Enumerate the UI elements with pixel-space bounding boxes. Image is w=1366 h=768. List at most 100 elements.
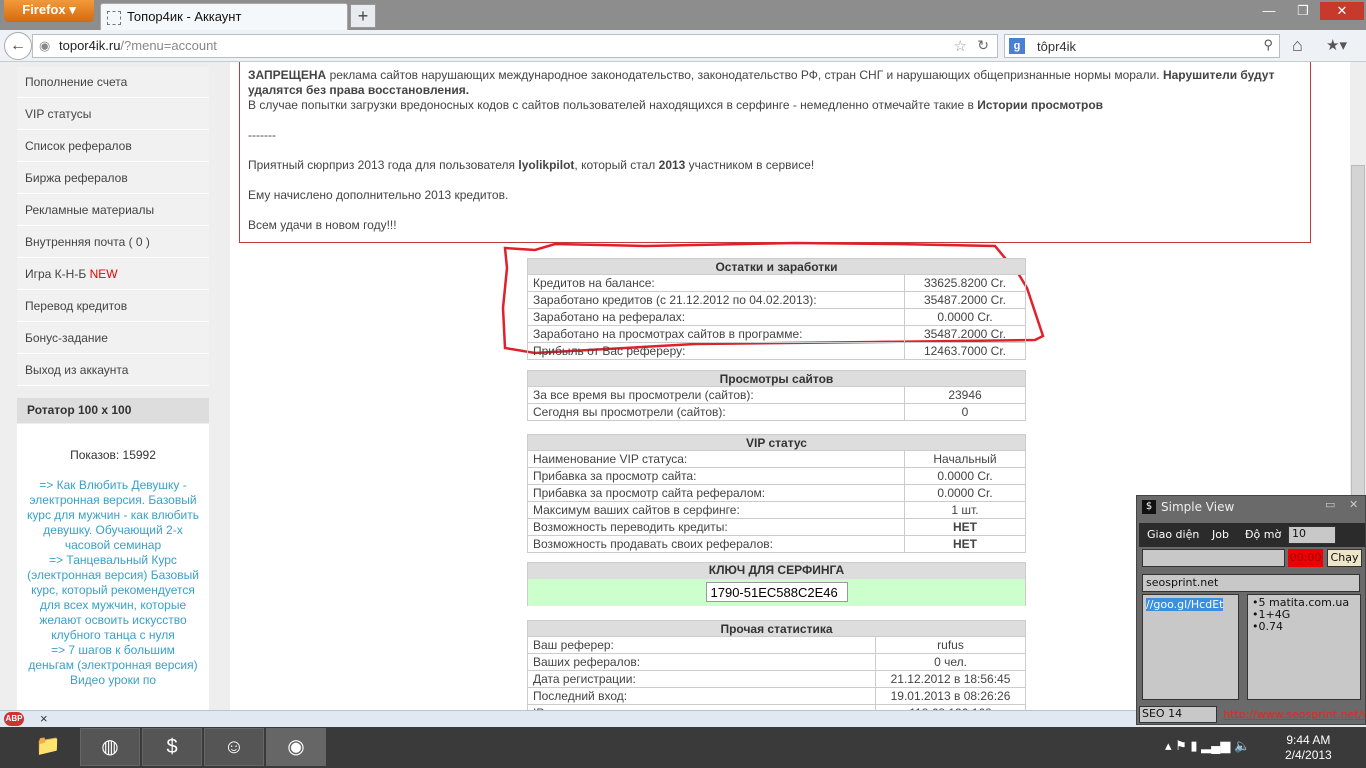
right-list[interactable]: •5 matita.com.ua •1+4G •0.74 [1247, 594, 1361, 700]
rotator-title: Ротатор 100 x 100 [17, 398, 209, 423]
tray-icons[interactable]: ▴ ⚑ ▮ ▂▄▆ 🔈 [1165, 738, 1250, 754]
opacity-select[interactable]: 10 [1288, 526, 1336, 544]
table-title: Остатки и заработки [527, 258, 1026, 275]
table-row: Возможность переводить кредиты: НЕТ [527, 518, 1026, 536]
simple-view-title: Simple View [1161, 500, 1235, 514]
url-path: /?menu=account [120, 38, 217, 53]
simple-view-window: $ Simple View ▭ ✕ Giao diện Job Độ mờ 10… [1136, 495, 1366, 725]
close-window-icon[interactable]: ✕ [1320, 2, 1364, 20]
notice-greeting: Всем удачи в новом году!!! [248, 218, 397, 232]
table-row: Прибавка за просмотр сайта: 0.0000 Cr. [527, 467, 1026, 485]
new-badge: NEW [89, 267, 118, 281]
row-label: Наименование VIP статуса: [527, 450, 905, 468]
table-title: VIP статус [527, 434, 1026, 451]
row-label: Прибавка за просмотр сайта рефералом: [527, 484, 905, 502]
search-value: tôpr4ik [1037, 39, 1077, 54]
notice-surprise: Приятный сюрприз 2013 года для пользоват… [248, 158, 815, 172]
menu-do-mo[interactable]: Độ mờ [1245, 528, 1281, 541]
row-label: Последний вход: [527, 687, 876, 705]
rotator-link[interactable]: => Танцевальный Курс (электронная версия… [27, 553, 199, 643]
chrome-icon[interactable]: ◍ [80, 728, 140, 766]
sidebar-item[interactable]: Рекламные материалы [17, 195, 209, 226]
sidebar-item-label: Рекламные материалы [25, 203, 155, 217]
firefox-icon[interactable]: ◉ [266, 728, 326, 766]
navigation-bar: ← ◉ topor4ik.ru/?menu=account ☆ ↻ g tôpr4i… [0, 30, 1366, 62]
rotator-body: Показов: 15992 => Как Влюбить Девушку - … [17, 424, 209, 710]
table-row: Последний вход: 19.01.2013 в 08:26:26 [527, 687, 1026, 705]
row-value: 0.0000 Cr. [904, 308, 1026, 326]
notice-separator: ------- [248, 128, 276, 142]
sidebar-item[interactable]: Пополнение счета [17, 67, 209, 98]
sidebar-item[interactable]: Биржа рефералов [17, 163, 209, 194]
new-tab-button[interactable]: + [350, 4, 376, 28]
row-label: Прибавка за просмотр сайта: [527, 467, 905, 485]
clock[interactable]: 9:44 AM 2/4/2013 [1285, 733, 1332, 763]
taskbar: 📁 ◍ $ ☺ ◉ ▴ ⚑ ▮ ▂▄▆ 🔈 9:44 AM 2/4/2013 [0, 727, 1366, 768]
rotator-link[interactable]: => Как Влюбить Девушку - электронная вер… [27, 478, 199, 553]
restore-icon[interactable]: ❐ [1290, 2, 1316, 20]
table-row: Прибыль от Вас рефереру: 12463.7000 Cr. [527, 342, 1026, 360]
file-explorer-icon[interactable]: 📁 [18, 728, 78, 766]
dollar-app-icon[interactable]: $ [142, 728, 202, 766]
table-row: Максимум ваших сайтов в серфинге: 1 шт. [527, 501, 1026, 519]
minimize-icon[interactable]: ▭ [1325, 498, 1335, 511]
seo-select[interactable]: SEO 14 [1139, 706, 1217, 723]
sidebar-item-label: Внутренняя почта ( 0 ) [25, 235, 150, 249]
search-input[interactable]: g tôpr4ik ⚲ [1004, 34, 1280, 58]
table-row: Возможность продавать своих рефералов: НЕ… [527, 535, 1026, 553]
firefox-menu-label: Firefox [22, 2, 66, 17]
menu-job[interactable]: Job [1212, 528, 1229, 541]
sidebar-item[interactable]: Игра К-Н-Б NEW [17, 259, 209, 290]
table-title: Прочая статистика [527, 620, 1026, 637]
row-value: 0.0000 Cr. [904, 467, 1026, 485]
minimize-icon[interactable]: — [1256, 2, 1282, 20]
adblock-icon[interactable]: ABP [4, 712, 24, 726]
sidebar-item-label: Бонус-задание [25, 331, 108, 345]
table-row: За все время вы просмотрели (сайтов): 239… [527, 386, 1026, 404]
row-value: 23946 [904, 386, 1026, 404]
bookmark-star-icon[interactable]: ☆ [954, 37, 967, 55]
page-favicon-icon [107, 10, 121, 25]
sidebar-item[interactable]: Бонус-задание [17, 323, 209, 354]
sidebar-item[interactable]: Выход из аккаунта [17, 355, 209, 386]
url-bar[interactable]: ◉ topor4ik.ru/?menu=account ☆ ↻ [32, 34, 998, 58]
site-select[interactable]: seosprint.net [1142, 574, 1360, 592]
home-icon[interactable]: ⌂ [1292, 35, 1303, 56]
close-addon-bar-icon[interactable]: × [40, 711, 48, 726]
row-value: 19.01.2013 в 08:26:26 [875, 687, 1026, 705]
sidebar-item[interactable]: VIP статусы [17, 99, 209, 130]
rotator-link[interactable]: => 7 шагов к большим деньгам (электронна… [27, 643, 199, 688]
sidebar-item[interactable]: Перевод кредитов [17, 291, 209, 322]
tab-account[interactable]: Топор4ик - Аккаунт [100, 3, 348, 30]
run-button[interactable]: Chạy [1327, 549, 1362, 567]
row-label: Прибыль от Вас рефереру: [527, 342, 905, 360]
row-label: Ваш реферер: [527, 636, 876, 654]
sidebar-item[interactable]: Внутренняя почта ( 0 ) [17, 227, 209, 258]
row-value: 0 [904, 403, 1026, 421]
stats-table: VIP статус Наименование VIP статуса: Начал… [527, 434, 1026, 553]
menu-giao-dien[interactable]: Giao diện [1147, 528, 1199, 541]
seosprint-link[interactable]: http://www.seosprint.net/wo [1223, 708, 1365, 721]
close-icon[interactable]: ✕ [1349, 498, 1358, 511]
row-value: rufus [875, 636, 1026, 654]
search-icon[interactable]: ⚲ [1263, 37, 1273, 53]
timer-input[interactable] [1142, 549, 1285, 567]
sidebar-item-label: VIP статусы [25, 107, 92, 121]
notice-rules: ЗАПРЕЩЕНА реклама сайтов нарушающих межд… [248, 68, 1275, 97]
table-row: Наименование VIP статуса: Начальный [527, 450, 1026, 468]
left-list[interactable]: //goo.gl/HcdEt [1142, 594, 1239, 700]
bookmarks-menu-icon[interactable]: ★▾ [1326, 36, 1347, 54]
rotator-shows-count: Показов: 15992 [70, 448, 156, 462]
row-label: Заработано кредитов (с 21.12.2012 по 04.… [527, 291, 905, 309]
back-button[interactable]: ← [4, 32, 32, 60]
row-value: НЕТ [904, 535, 1026, 553]
notice-credits: Ему начислено дополнительно 2013 кредито… [248, 188, 509, 202]
surf-key-field[interactable] [705, 582, 848, 602]
stats-table: Остатки и заработки Кредитов на балансе: 3… [527, 258, 1026, 360]
reload-icon[interactable]: ↻ [977, 37, 989, 54]
history-link[interactable]: Истории просмотров [977, 98, 1103, 112]
firefox-menu-button[interactable]: Firefox ▾ [4, 0, 94, 22]
messenger-icon[interactable]: ☺ [204, 728, 264, 766]
sidebar-item[interactable]: Список рефералов [17, 131, 209, 162]
table-row: Заработано на просмотрах сайтов в програ… [527, 325, 1026, 343]
